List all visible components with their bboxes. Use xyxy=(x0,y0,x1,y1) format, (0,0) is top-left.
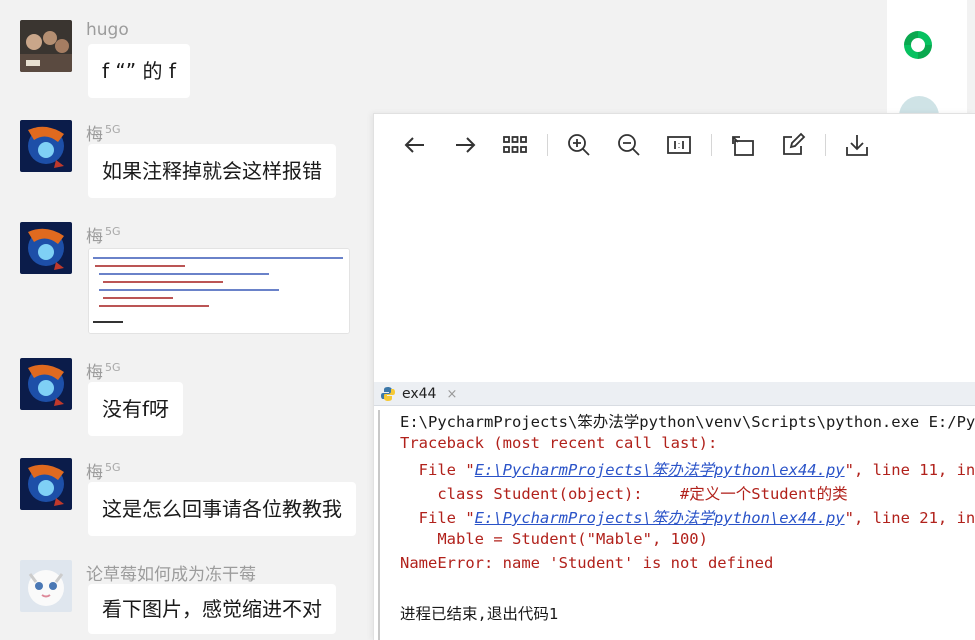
console-line: 进程已结束,退出代码1 xyxy=(400,605,559,623)
console-line: Mable = Student("Mable", 100) xyxy=(400,530,708,548)
actual-size-icon[interactable] xyxy=(664,130,694,160)
edit-icon[interactable] xyxy=(778,130,808,160)
zoom-out-icon[interactable] xyxy=(614,130,644,160)
back-arrow-icon[interactable] xyxy=(400,130,430,160)
run-console: E:\PycharmProjects\笨办法学python\venv\Scrip… xyxy=(374,406,975,640)
file-link[interactable]: E:\PycharmProjects\笨办法学python\ex44.py xyxy=(475,461,845,479)
code-screenshot-thumbnail xyxy=(89,249,349,333)
console-gutter xyxy=(378,410,380,640)
avatar[interactable] xyxy=(20,458,72,510)
message-bubble[interactable]: f “” 的 f xyxy=(88,44,190,98)
viewer-toolbar xyxy=(374,114,975,174)
message-bubble[interactable]: 看下图片，感觉缩进不对 xyxy=(88,584,336,634)
console-line: E:\PycharmProjects\笨办法学python\venv\Scrip… xyxy=(400,413,975,431)
rotate-icon[interactable] xyxy=(728,130,758,160)
sender-name: 梅 5G xyxy=(86,461,121,483)
image-thumbnail[interactable] xyxy=(88,248,350,334)
python-icon xyxy=(381,387,395,401)
sender-name: 梅 5G xyxy=(86,123,121,145)
grid-icon[interactable] xyxy=(500,130,530,160)
download-icon[interactable] xyxy=(842,130,872,160)
tab-label: ex44 xyxy=(402,386,437,402)
console-line: Traceback (most recent call last): xyxy=(400,434,718,452)
message-bubble[interactable]: 没有f呀 xyxy=(88,382,184,436)
avatar[interactable] xyxy=(20,20,72,72)
file-link[interactable]: E:\PycharmProjects\笨办法学python\ex44.py xyxy=(475,509,845,527)
sender-name: hugo xyxy=(86,20,129,40)
message-bubble[interactable]: 这是怎么回事请各位教教我 xyxy=(88,482,356,536)
toolbar-divider xyxy=(825,134,826,156)
avatar[interactable] xyxy=(20,560,72,612)
sender-name: 梅 5G xyxy=(86,225,121,247)
console-line: class Student(object): #定义一个Student的类 xyxy=(400,485,848,503)
avatar[interactable] xyxy=(20,358,72,410)
avatar[interactable] xyxy=(20,120,72,172)
forward-arrow-icon[interactable] xyxy=(450,130,480,160)
run-tab-bar: ex44 × xyxy=(374,382,975,406)
tab-ex44[interactable]: ex44 × xyxy=(380,382,457,406)
message-bubble[interactable]: 如果注释掉就会这样报错 xyxy=(88,144,336,198)
app-logo-icon[interactable] xyxy=(901,28,935,62)
pycharm-screenshot: ex44 × E:\PycharmProjects\笨办法学python\ven… xyxy=(374,382,975,640)
toolbar-divider xyxy=(547,134,548,156)
sender-name: 论草莓如何成为冻干莓 xyxy=(86,565,256,585)
console-line: File "E:\PycharmProjects\笨办法学python\ex44… xyxy=(400,461,975,479)
console-line: NameError: name 'Student' is not defined xyxy=(400,554,774,572)
tab-close-icon[interactable]: × xyxy=(446,387,457,402)
image-viewer-window: ex44 × E:\PycharmProjects\笨办法学python\ven… xyxy=(373,113,975,640)
zoom-in-icon[interactable] xyxy=(564,130,594,160)
console-line: File "E:\PycharmProjects\笨办法学python\ex44… xyxy=(400,509,975,527)
toolbar-divider xyxy=(711,134,712,156)
avatar[interactable] xyxy=(20,222,72,274)
sender-name: 梅 5G xyxy=(86,361,121,383)
